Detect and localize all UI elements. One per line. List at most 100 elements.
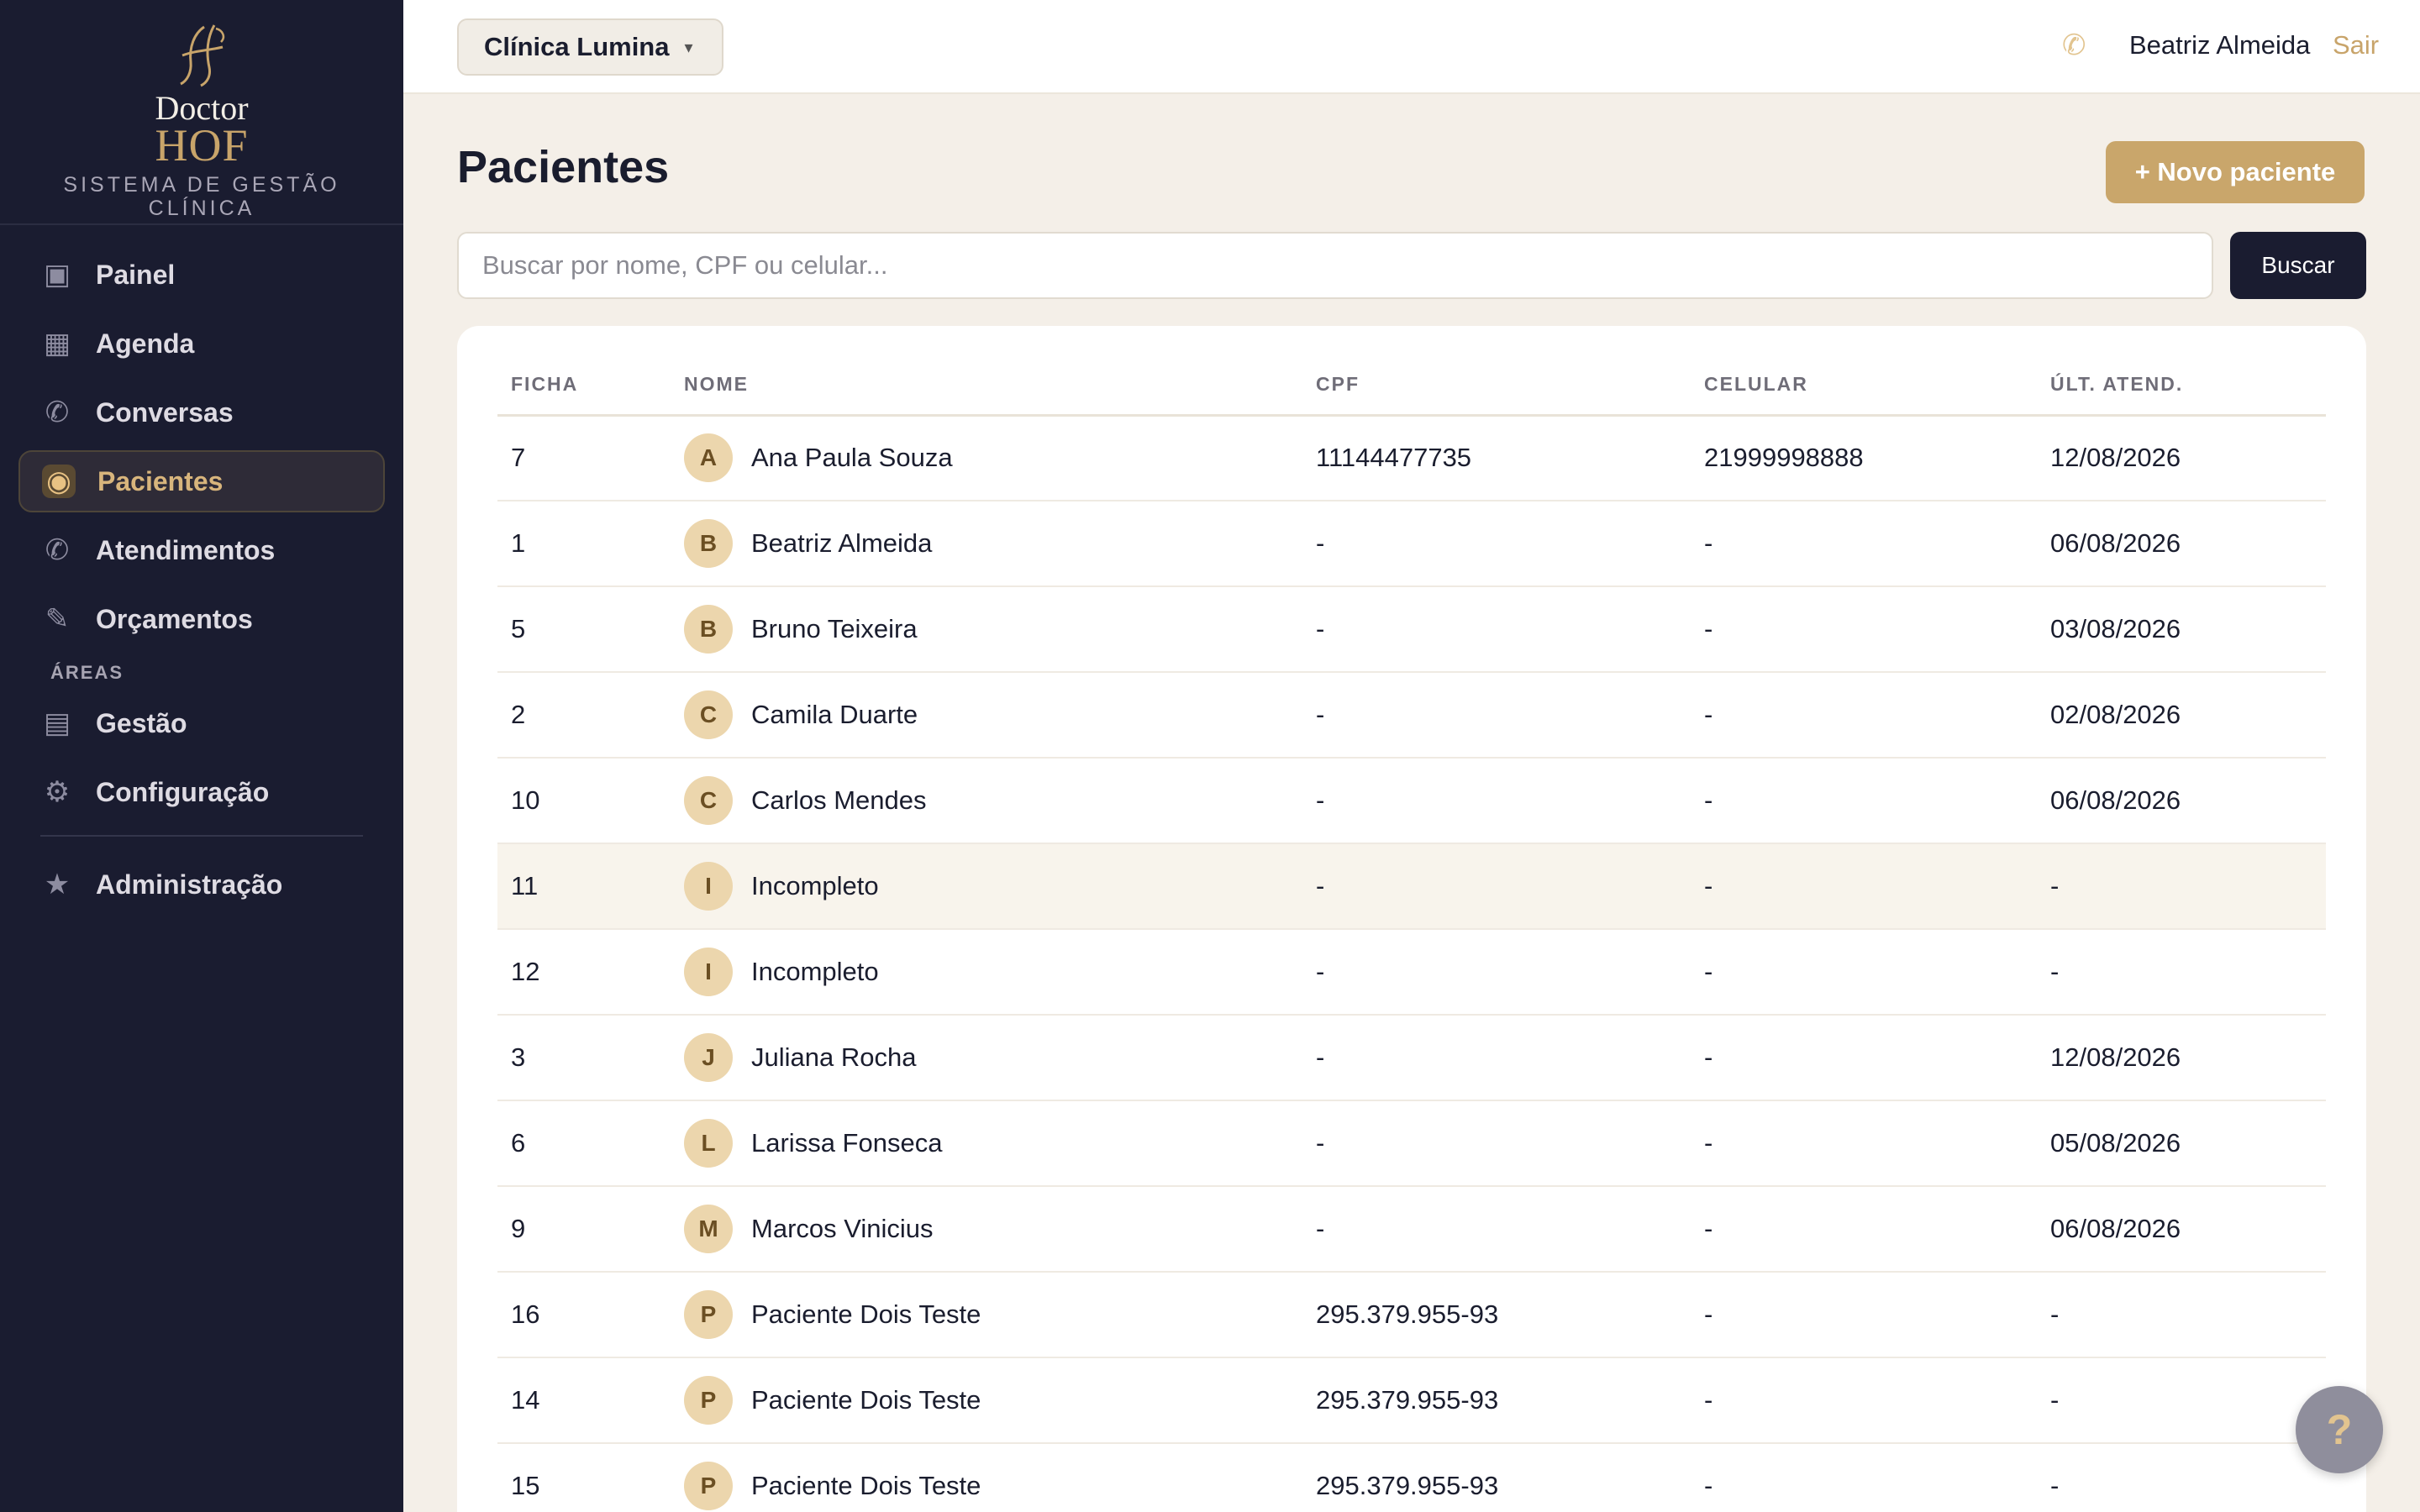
- patient-name-cell: L Larissa Fonseca: [684, 1119, 1302, 1168]
- table-row[interactable]: 16 P Paciente Dois Teste 295.379.955-93- -: [497, 1272, 2326, 1358]
- new-patient-button[interactable]: + Novo paciente: [2106, 141, 2365, 203]
- column-header-ultimo-atendimento[interactable]: ÚLT. ATEND.: [2037, 373, 2326, 417]
- cell-celular: -: [1691, 586, 2037, 673]
- patient-name[interactable]: Paciente Dois Teste: [751, 1299, 981, 1330]
- table-row[interactable]: 3 J Juliana Rocha - -12/08/2026: [497, 1015, 2326, 1101]
- cell-cpf: 11144477735: [1302, 415, 1691, 501]
- sidebar-item-label: Pacientes: [97, 465, 224, 496]
- cell-nome: I Incompleto: [671, 843, 1302, 930]
- sidebar-item-pacientes[interactable]: ◉ Pacientes: [18, 450, 385, 512]
- dashboard-icon: ▣: [43, 259, 71, 291]
- sidebar-item-painel[interactable]: ▣ Painel: [18, 244, 385, 306]
- cell-celular: -: [1691, 1443, 2037, 1512]
- column-header-ficha[interactable]: FICHA: [497, 373, 671, 417]
- column-header-nome[interactable]: NOME: [671, 373, 1302, 417]
- patient-name[interactable]: Camila Duarte: [751, 700, 918, 730]
- cell-cpf: -: [1302, 1015, 1691, 1101]
- patient-name[interactable]: Bruno Teixeira: [751, 614, 918, 644]
- cell-ficha: 11: [497, 843, 671, 930]
- sidebar-divider: [40, 835, 363, 837]
- patient-name[interactable]: Incompleto: [751, 957, 879, 987]
- table-row[interactable]: 11 I Incompleto - - -: [497, 843, 2326, 930]
- patient-name-cell: J Juliana Rocha: [684, 1033, 1302, 1082]
- cell-nome: I Incompleto: [671, 929, 1302, 1016]
- sidebar-item-label: Configuração: [96, 776, 270, 807]
- table-row[interactable]: 10 C Carlos Mendes - -06/08/2026: [497, 758, 2326, 844]
- patient-name[interactable]: Ana Paula Souza: [751, 443, 953, 473]
- cell-cpf: -: [1302, 758, 1691, 844]
- sidebar-item-administracao[interactable]: ★ Administração: [18, 853, 385, 916]
- clinic-selector[interactable]: Clínica Lumina ▾: [457, 18, 723, 76]
- sidebar-item-orcamentos[interactable]: ✎ Orçamentos: [18, 588, 385, 650]
- cell-ficha: 5: [497, 586, 671, 673]
- cell-ultimo-atendimento: 03/08/2026: [2037, 586, 2326, 673]
- table-row[interactable]: 14 P Paciente Dois Teste 295.379.955-93- -: [497, 1357, 2326, 1444]
- cell-celular: -: [1691, 929, 2037, 1016]
- sidebar-item-configuracao[interactable]: ⚙ Configuração: [18, 761, 385, 823]
- table-row[interactable]: 6 L Larissa Fonseca - -05/08/2026: [497, 1100, 2326, 1187]
- avatar: J: [684, 1033, 733, 1082]
- search-input[interactable]: [457, 232, 2213, 299]
- patient-name-cell: C Camila Duarte: [684, 690, 1302, 739]
- cell-cpf: -: [1302, 501, 1691, 587]
- cell-cpf: 295.379.955-93: [1302, 1357, 1691, 1444]
- cell-nome: J Juliana Rocha: [671, 1015, 1302, 1101]
- table-row[interactable]: 15 P Paciente Dois Teste 295.379.955-93- -: [497, 1443, 2326, 1512]
- patient-name-cell: P Paciente Dois Teste: [684, 1462, 1302, 1510]
- cell-nome: C Carlos Mendes: [671, 758, 1302, 844]
- table-header-row: FICHA NOME CPF CELULAR ÚLT. ATEND.: [497, 373, 2326, 417]
- table-row[interactable]: 9 M Marcos Vinicius - -06/08/2026: [497, 1186, 2326, 1273]
- table-row[interactable]: 7 A Ana Paula Souza 11144477735 21999998888 1…: [497, 415, 2326, 501]
- cell-ficha: 14: [497, 1357, 671, 1444]
- patients-table-card: FICHA NOME CPF CELULAR ÚLT. ATEND. 7 A Ana…: [457, 326, 2366, 1512]
- patient-name[interactable]: Paciente Dois Teste: [751, 1471, 981, 1501]
- cell-nome: P Paciente Dois Teste: [671, 1272, 1302, 1358]
- logout-link[interactable]: Sair: [2333, 30, 2379, 60]
- cell-ultimo-atendimento: 02/08/2026: [2037, 672, 2326, 759]
- patient-name[interactable]: Beatriz Almeida: [751, 528, 932, 559]
- sidebar-section-label: ÁREAS: [50, 662, 124, 683]
- sidebar-item-conversas[interactable]: ✆ Conversas: [18, 381, 385, 444]
- cell-celular: -: [1691, 843, 2037, 930]
- sidebar-item-atendimentos[interactable]: ✆ Atendimentos: [18, 519, 385, 581]
- avatar: C: [684, 690, 733, 739]
- brand-name-line2: HOF: [155, 120, 249, 171]
- patient-name-cell: C Carlos Mendes: [684, 776, 1302, 825]
- patient-name[interactable]: Incompleto: [751, 871, 879, 901]
- cell-celular: -: [1691, 1186, 2037, 1273]
- cell-ficha: 7: [497, 415, 671, 501]
- brand-subtitle: SISTEMA DE GESTÃO CLÍNICA: [63, 173, 340, 220]
- patient-name-cell: P Paciente Dois Teste: [684, 1376, 1302, 1425]
- sidebar-nav: ▣ Painel ▦ Agenda ✆ Conversas ◉ Paciente…: [0, 225, 403, 916]
- patient-name-cell: M Marcos Vinicius: [684, 1205, 1302, 1253]
- patients-table: FICHA NOME CPF CELULAR ÚLT. ATEND. 7 A Ana…: [497, 373, 2326, 1512]
- search-button[interactable]: Buscar: [2230, 232, 2366, 299]
- patient-name[interactable]: Marcos Vinicius: [751, 1214, 934, 1244]
- cell-ultimo-atendimento: -: [2037, 1357, 2326, 1444]
- patient-name[interactable]: Larissa Fonseca: [751, 1128, 942, 1158]
- table-row[interactable]: 12 I Incompleto - - -: [497, 929, 2326, 1016]
- table-row[interactable]: 5 B Bruno Teixeira - -03/08/2026: [497, 586, 2326, 673]
- sidebar-item-agenda[interactable]: ▦ Agenda: [18, 312, 385, 375]
- patient-name[interactable]: Paciente Dois Teste: [751, 1385, 981, 1415]
- table-row[interactable]: 1 B Beatriz Almeida - -06/08/2026: [497, 501, 2326, 587]
- patient-name[interactable]: Juliana Rocha: [751, 1042, 916, 1073]
- sidebar-item-label: Administração: [96, 869, 283, 900]
- sidebar-item-label: Conversas: [96, 396, 234, 428]
- cell-ultimo-atendimento: -: [2037, 843, 2326, 930]
- help-button[interactable]: ?: [2296, 1386, 2383, 1473]
- star-icon: ★: [44, 869, 71, 900]
- patient-name[interactable]: Carlos Mendes: [751, 785, 926, 816]
- whatsapp-icon: ✆: [45, 396, 70, 428]
- table-row[interactable]: 2 C Camila Duarte - -02/08/2026: [497, 672, 2326, 759]
- cell-ficha: 9: [497, 1186, 671, 1273]
- sidebar-item-gestao[interactable]: ▤ Gestão: [18, 692, 385, 754]
- avatar: B: [684, 605, 733, 654]
- cell-nome: A Ana Paula Souza: [671, 415, 1302, 501]
- whatsapp-icon[interactable]: ✆: [2062, 29, 2086, 62]
- cell-cpf: -: [1302, 1100, 1691, 1187]
- column-header-celular[interactable]: CELULAR: [1691, 373, 2037, 417]
- cell-ultimo-atendimento: 12/08/2026: [2037, 1015, 2326, 1101]
- cell-ficha: 1: [497, 501, 671, 587]
- column-header-cpf[interactable]: CPF: [1302, 373, 1691, 417]
